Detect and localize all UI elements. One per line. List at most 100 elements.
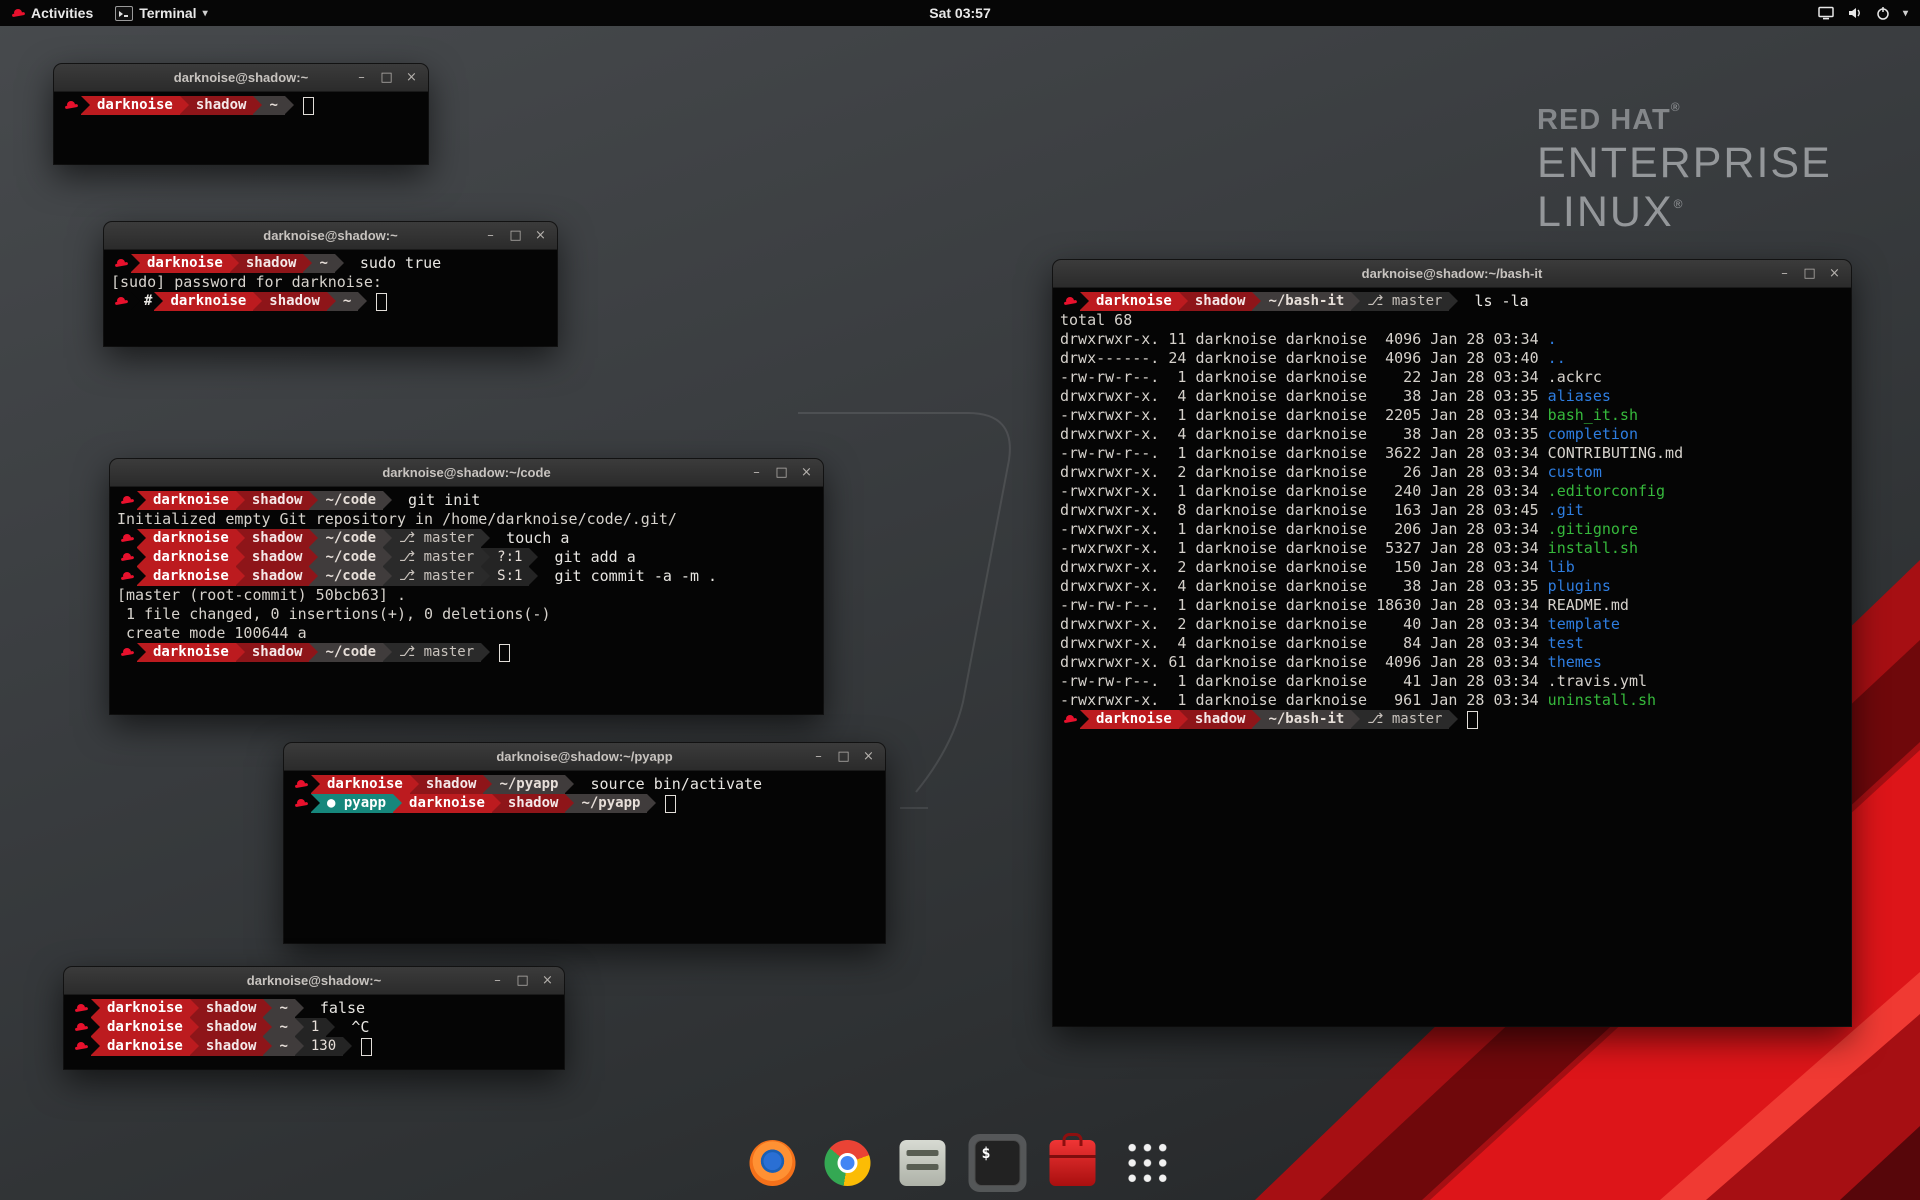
terminal-window-bash-it[interactable]: darknoise@shadow:~/bash-it–□ ×darknoisesh… <box>1053 260 1851 1026</box>
window-titlebar[interactable]: darknoise@shadow:~–□× <box>104 222 557 250</box>
terminal-line: -rwxrwxr-x. 1 darknoise darknoise 5327 J… <box>1060 539 1849 558</box>
output-text: drwxrwxr-x. 4 darknoise darknoise 84 Jan… <box>1060 634 1548 653</box>
terminal-window-home-small[interactable]: darknoise@shadow:~–□×darknoiseshadow~ <box>54 64 428 164</box>
powerline-arrow <box>295 1018 304 1037</box>
output-text: -rwxrwxr-x. 1 darknoise darknoise 961 Ja… <box>1060 691 1548 710</box>
terminal-content[interactable]: darknoiseshadow~/code git initInitialize… <box>110 487 823 714</box>
terminal-content[interactable]: darknoiseshadow~/pyapp source bin/activa… <box>284 771 885 943</box>
maximize-button[interactable]: □ <box>380 64 393 91</box>
terminal-line: -rwxrwxr-x. 1 darknoise darknoise 961 Ja… <box>1060 691 1849 710</box>
terminal-cursor <box>361 1038 372 1056</box>
output-text: drwxrwxr-x. 2 darknoise darknoise 40 Jan… <box>1060 615 1548 634</box>
dock-item-firefox[interactable] <box>744 1134 802 1192</box>
terminal-window-sudo[interactable]: darknoise@shadow:~–□×darknoiseshadow~ su… <box>104 222 557 346</box>
user-segment: darknoise <box>146 529 236 548</box>
window-titlebar[interactable]: darknoise@shadow:~/code–□× <box>110 459 823 487</box>
output-text: bash_it.sh <box>1548 406 1638 425</box>
output-text: -rwxrwxr-x. 1 darknoise darknoise 206 Ja… <box>1060 520 1548 539</box>
dock-item-files[interactable] <box>894 1134 952 1192</box>
terminal-content[interactable]: darknoiseshadow~/bash-it⎇ master ls -lat… <box>1053 288 1851 1026</box>
redhat-icon <box>295 797 308 810</box>
path-segment: ~/pyapp <box>574 794 647 813</box>
path-segment: ~ <box>272 1037 294 1056</box>
close-button[interactable]: × <box>405 64 418 91</box>
dock-item-chrome[interactable] <box>819 1134 877 1192</box>
terminal-window-code[interactable]: darknoise@shadow:~/code–□×darknoiseshado… <box>110 459 823 714</box>
dock-item-terminal[interactable]: $ <box>969 1134 1027 1192</box>
powerline-arrow <box>483 775 492 794</box>
output-text: drwxrwxr-x. 61 darknoise darknoise 4096 … <box>1060 653 1548 672</box>
window-titlebar[interactable]: darknoise@shadow:~–□× <box>54 64 428 92</box>
maximize-button[interactable]: □ <box>1803 260 1816 287</box>
window-titlebar[interactable]: darknoise@shadow:~/pyapp–□× <box>284 743 885 771</box>
stat-segment: S:1 <box>490 567 529 586</box>
powerline-arrow <box>1252 292 1261 311</box>
clock[interactable]: Sat 03:57 <box>929 5 990 21</box>
powerline-arrow <box>309 529 318 548</box>
close-button[interactable]: × <box>534 222 547 249</box>
output-text: custom <box>1548 463 1602 482</box>
window-title: darknoise@shadow:~/bash-it <box>1053 266 1851 281</box>
terminal-line: -rwxrwxr-x. 1 darknoise darknoise 2205 J… <box>1060 406 1849 425</box>
display-icon <box>1818 6 1834 20</box>
terminal-app-menu[interactable]: Terminal ▾ <box>105 0 217 26</box>
maximize-button[interactable]: □ <box>516 967 529 994</box>
minimize-button[interactable]: – <box>750 459 763 486</box>
maximize-button[interactable]: □ <box>775 459 788 486</box>
powerline-arrow <box>137 491 146 510</box>
close-button[interactable]: × <box>862 743 875 770</box>
powerline-arrow <box>91 1037 100 1056</box>
close-button[interactable]: × <box>1828 260 1841 287</box>
user-segment: darknoise <box>402 794 492 813</box>
output-text: .. <box>1548 349 1566 368</box>
maximize-button[interactable]: □ <box>509 222 522 249</box>
command-text: sudo true <box>344 254 441 273</box>
host-segment: shadow <box>199 1018 264 1037</box>
terminal-content[interactable]: darknoiseshadow~ falsedarknoiseshadow~1 … <box>64 995 564 1069</box>
dock-item-app-grid[interactable] <box>1119 1134 1177 1192</box>
output-text: plugins <box>1548 577 1611 596</box>
powerline-arrow <box>383 567 392 586</box>
activities-button[interactable]: Activities <box>0 0 105 26</box>
output-text: drwxrwxr-x. 2 darknoise darknoise 150 Ja… <box>1060 558 1548 577</box>
powerline-arrow <box>309 548 318 567</box>
close-button[interactable]: × <box>541 967 554 994</box>
terminal-line: darknoiseshadow~130 <box>71 1037 562 1056</box>
git-segment: ⎇ master <box>1360 292 1449 311</box>
window-title: darknoise@shadow:~ <box>64 973 564 988</box>
host-segment: shadow <box>1188 292 1253 311</box>
window-titlebar[interactable]: darknoise@shadow:~/bash-it–□ × <box>1053 260 1851 288</box>
minimize-button[interactable]: – <box>1778 260 1791 287</box>
powerline-arrow <box>91 1018 100 1037</box>
terminal-window-pyapp[interactable]: darknoise@shadow:~/pyapp–□×darknoiseshad… <box>284 743 885 943</box>
redhat-icon <box>115 295 128 308</box>
window-controls: –□ × <box>355 64 428 91</box>
path-segment: ~ <box>272 999 294 1018</box>
minimize-button[interactable]: – <box>484 222 497 249</box>
minimize-button[interactable]: – <box>812 743 825 770</box>
powerline-arrow <box>91 999 100 1018</box>
output-text: test <box>1548 634 1584 653</box>
terminal-cursor <box>1467 711 1478 729</box>
rh-segment <box>117 548 137 567</box>
minimize-button[interactable]: – <box>355 64 368 91</box>
path-segment: ~ <box>272 1018 294 1037</box>
window-controls: –□ × <box>812 743 885 770</box>
maximize-button[interactable]: □ <box>837 743 850 770</box>
terminal-content[interactable]: darknoiseshadow~ <box>54 92 428 164</box>
powerline-arrow <box>180 96 189 115</box>
terminal-window-exit-codes[interactable]: darknoise@shadow:~–□×darknoiseshadow~ fa… <box>64 967 564 1069</box>
terminal-line: create mode 100644 a <box>117 624 821 643</box>
close-button[interactable]: × <box>800 459 813 486</box>
window-titlebar[interactable]: darknoise@shadow:~–□ × <box>64 967 564 995</box>
host-segment: shadow <box>419 775 484 794</box>
terminal-content[interactable]: darknoiseshadow~ sudo true[sudo] passwor… <box>104 250 557 346</box>
dock-item-software[interactable] <box>1044 1134 1102 1192</box>
system-status-area[interactable]: ▾ <box>1818 0 1920 26</box>
powerline-arrow <box>309 643 318 662</box>
chevron-down-icon: ▾ <box>203 8 208 19</box>
txt-segment: # <box>140 292 154 311</box>
powerline-arrow <box>1080 710 1089 729</box>
minimize-button[interactable]: – <box>491 967 504 994</box>
powerline-arrow <box>326 1018 335 1037</box>
